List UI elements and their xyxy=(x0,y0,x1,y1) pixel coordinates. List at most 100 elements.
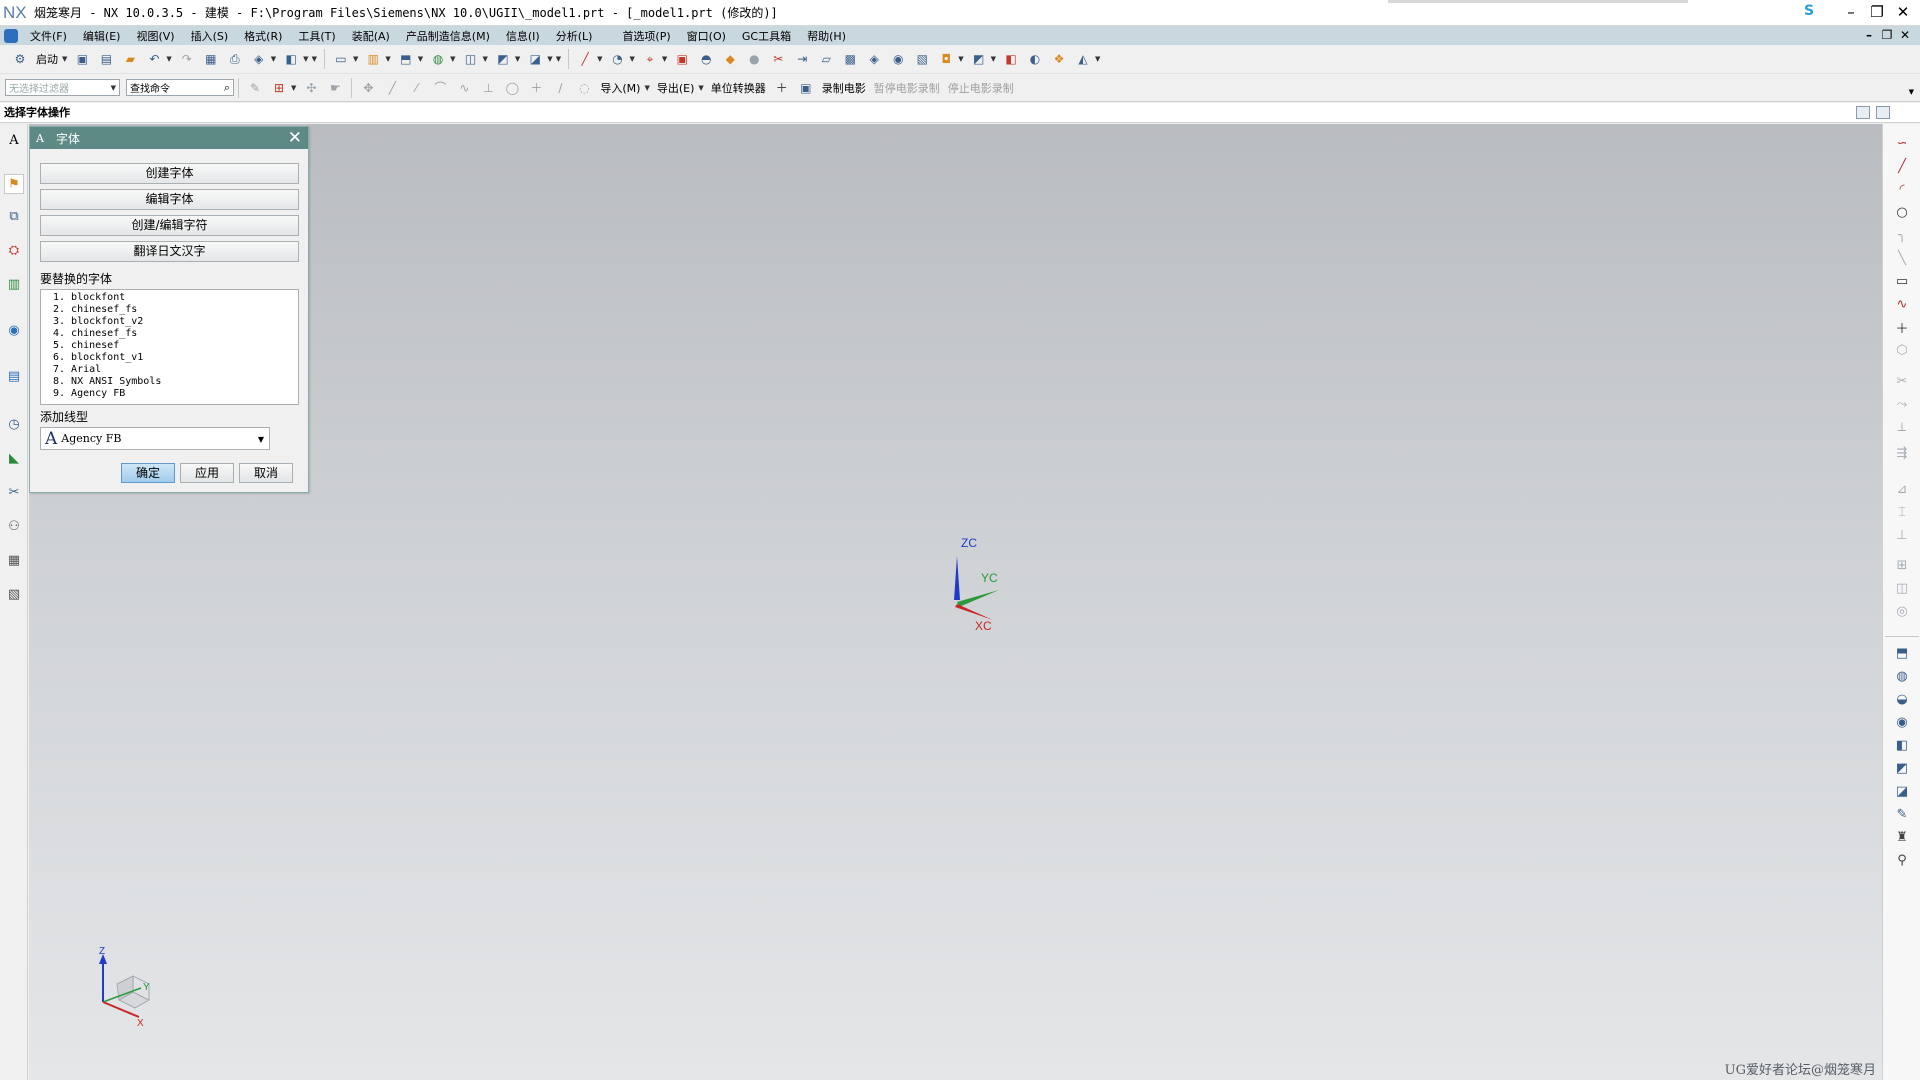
arc-icon[interactable]: ◜ xyxy=(1893,180,1911,198)
point-on-curve-icon[interactable]: ∕ xyxy=(551,79,569,97)
sync-s-icon[interactable]: S xyxy=(1804,3,1814,19)
list-item[interactable]: 7. Arial xyxy=(53,364,298,376)
thicken-icon[interactable]: ◩ xyxy=(970,50,988,68)
web-browser-icon[interactable]: ◉ xyxy=(4,320,24,340)
reuse-library-icon[interactable]: ▥ xyxy=(4,274,24,294)
datum-icon[interactable]: ▥ xyxy=(364,50,382,68)
unit-converter-button[interactable]: 单位转换器 xyxy=(711,80,766,96)
quick-extend-icon[interactable]: ⤳ xyxy=(1893,395,1911,413)
manufacturing-wizard-icon[interactable]: ✂ xyxy=(4,482,24,502)
chamfer-icon[interactable]: ╲ xyxy=(1893,249,1911,267)
measure-icon[interactable]: ▣ xyxy=(673,50,691,68)
export-dropdown-icon[interactable]: ▼ xyxy=(698,84,703,92)
revolve-icon[interactable]: ◍ xyxy=(429,50,447,68)
studio-surface-icon[interactable]: ▧ xyxy=(913,50,931,68)
intersection-icon[interactable]: ∿ xyxy=(455,79,473,97)
emboss-icon[interactable]: ✎ xyxy=(1893,805,1911,823)
blend-icon[interactable]: ◒ xyxy=(1893,690,1911,708)
curve-icon[interactable]: ◔ xyxy=(608,50,626,68)
menu-insert[interactable]: 插入(S) xyxy=(183,28,237,44)
sew-icon[interactable]: ◧ xyxy=(1002,50,1020,68)
circle-icon[interactable]: ○ xyxy=(1893,203,1911,221)
sketch-dropdown-icon[interactable]: ▼ xyxy=(353,55,358,63)
apply-button[interactable]: 应用 xyxy=(180,463,234,483)
translate-kanji-button[interactable]: 翻译日文汉字 xyxy=(40,241,299,262)
window-icon[interactable]: ▦ xyxy=(202,50,220,68)
curve-dropdown-icon[interactable]: ▼ xyxy=(629,55,634,63)
pad-icon[interactable]: ◪ xyxy=(1893,782,1911,800)
list-item[interactable]: 9. Agency FB xyxy=(53,388,298,400)
cancel-button[interactable]: 取消 xyxy=(239,463,293,483)
font-list[interactable]: 1. blockfont 2. chinesef_fs 3. blockfont… xyxy=(40,289,299,405)
app-menu-icon[interactable] xyxy=(0,26,22,45)
menu-preferences[interactable]: 首选项(P) xyxy=(614,28,678,44)
font-tab-icon[interactable]: A xyxy=(4,130,24,150)
import-dropdown-icon[interactable]: ▼ xyxy=(644,84,649,92)
control-point-icon[interactable]: ⌒ xyxy=(431,79,449,97)
text-tool-icon[interactable]: ♜ xyxy=(1893,828,1911,846)
mirror-dropdown-icon[interactable]: ▼ xyxy=(1095,55,1100,63)
project-curve-icon[interactable]: ◎ xyxy=(1893,602,1911,620)
line-dropdown-icon[interactable]: ▼ xyxy=(597,55,602,63)
menu-help[interactable]: 帮助(H) xyxy=(799,28,854,44)
close-button[interactable]: ✕ xyxy=(1890,0,1916,26)
snap-dropdown-icon[interactable]: ▼ xyxy=(291,84,296,92)
create-edit-char-button[interactable]: 创建/编辑字符 xyxy=(40,215,299,236)
layer-icon[interactable]: ◧ xyxy=(282,50,300,68)
patch-icon[interactable]: ◐ xyxy=(1026,50,1044,68)
font-select[interactable]: A Agency FB ▼ xyxy=(40,427,270,450)
roles-icon[interactable]: ⚇ xyxy=(4,516,24,536)
select-feature-icon[interactable]: ✣ xyxy=(302,79,320,97)
through-curves-icon[interactable]: ◉ xyxy=(889,50,907,68)
sketch-icon[interactable]: ▭ xyxy=(332,50,350,68)
command-search-input[interactable]: 查找命令 ⌕ xyxy=(126,79,234,96)
boolean-icon[interactable]: ◩ xyxy=(494,50,512,68)
edit-font-button[interactable]: 编辑字体 xyxy=(40,189,299,210)
system-scenes-icon[interactable]: ▦ xyxy=(4,550,24,570)
system-materials-icon[interactable]: ▧ xyxy=(4,584,24,604)
face-icon[interactable]: ▱ xyxy=(817,50,835,68)
menu-tools[interactable]: 工具(T) xyxy=(290,28,343,44)
restore-button[interactable]: ❐ xyxy=(1864,0,1890,26)
revolve-dropdown-icon[interactable]: ▼ xyxy=(450,55,455,63)
offset-dropdown-icon[interactable]: ▼ xyxy=(958,55,963,63)
deselect-icon[interactable]: ✎ xyxy=(246,79,264,97)
profile-icon[interactable]: ∽ xyxy=(1893,134,1911,152)
boss-icon[interactable]: ◧ xyxy=(1893,736,1911,754)
list-item[interactable]: 5. chinesef xyxy=(53,340,298,352)
block-icon[interactable]: ◪ xyxy=(526,50,544,68)
list-item[interactable]: 8. NX ANSI Symbols xyxy=(53,376,298,388)
hole-dropdown-icon[interactable]: ▼ xyxy=(483,55,488,63)
existing-point-icon[interactable]: ＋ xyxy=(527,79,545,97)
line-icon[interactable]: ╱ xyxy=(1893,157,1911,175)
shade-icon[interactable]: ◆ xyxy=(721,50,739,68)
quadrant-icon[interactable]: ◯ xyxy=(503,79,521,97)
point-dropdown-icon[interactable]: ▼ xyxy=(662,55,667,63)
pattern-curve-icon[interactable]: ⊞ xyxy=(1893,556,1911,574)
save-as-icon[interactable]: ▤ xyxy=(97,50,115,68)
list-item[interactable]: 3. blockfont_v2 xyxy=(53,316,298,328)
quick-trim-icon[interactable]: ✂ xyxy=(1893,372,1911,390)
dialog-close-icon[interactable]: ✕ xyxy=(288,128,302,148)
dimension-icon[interactable]: ⌶ xyxy=(1893,503,1911,521)
assembly-navigator-icon[interactable]: ⧉ xyxy=(4,206,24,226)
point-on-face-icon[interactable]: ◌ xyxy=(575,79,593,97)
extrude-icon[interactable]: ⬒ xyxy=(1893,644,1911,662)
export-button[interactable]: 导出(E) xyxy=(657,80,695,96)
fillet-icon[interactable]: ╮ xyxy=(1893,226,1911,244)
list-item[interactable]: 4. chinesef_fs xyxy=(53,328,298,340)
import-button[interactable]: 导入(M) xyxy=(600,80,640,96)
menu-view[interactable]: 视图(V) xyxy=(128,28,182,44)
menu-format[interactable]: 格式(R) xyxy=(236,28,290,44)
extrude-icon[interactable]: ⬒ xyxy=(397,50,415,68)
geometric-constraint-icon[interactable]: ⊿ xyxy=(1893,480,1911,498)
offset-curve-icon[interactable]: ⇶ xyxy=(1893,444,1911,462)
redo-icon[interactable]: ↷ xyxy=(178,50,196,68)
mirror-icon[interactable]: ◭ xyxy=(1074,50,1092,68)
start-button-label[interactable]: 启动 xyxy=(36,51,58,67)
menu-information[interactable]: 信息(I) xyxy=(498,28,548,44)
history-icon[interactable]: ◷ xyxy=(4,414,24,434)
search-icon[interactable]: ⌕ xyxy=(224,81,230,95)
block-dropdown-icon[interactable]: ▼ xyxy=(547,55,552,63)
view-cube-icon[interactable]: ◈ xyxy=(250,50,268,68)
